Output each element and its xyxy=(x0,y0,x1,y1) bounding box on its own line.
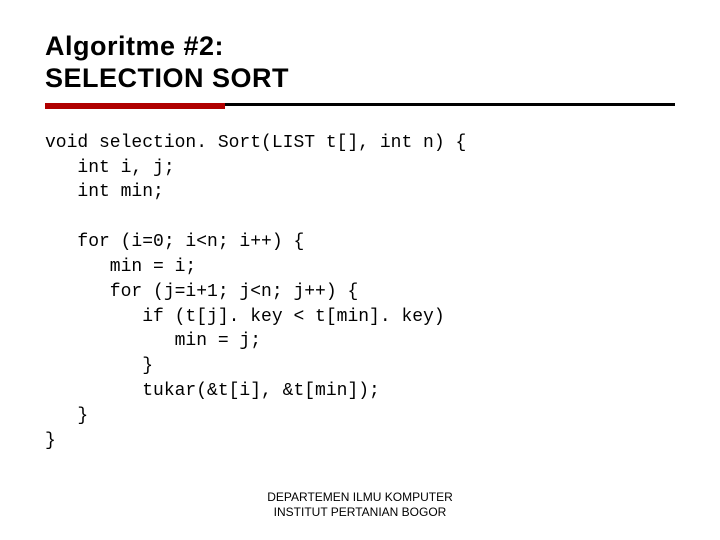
title-line-2: SELECTION SORT xyxy=(45,63,289,93)
slide-footer: DEPARTEMEN ILMU KOMPUTER INSTITUT PERTAN… xyxy=(0,490,720,520)
title-line-1: Algoritme #2: xyxy=(45,31,224,61)
code-block: void selection. Sort(LIST t[], int n) { … xyxy=(45,131,675,454)
footer-line-2: INSTITUT PERTANIAN BOGOR xyxy=(274,505,447,519)
slide-title: Algoritme #2: SELECTION SORT xyxy=(45,30,675,95)
footer-line-1: DEPARTEMEN ILMU KOMPUTER xyxy=(267,490,453,504)
title-underline xyxy=(45,103,675,109)
